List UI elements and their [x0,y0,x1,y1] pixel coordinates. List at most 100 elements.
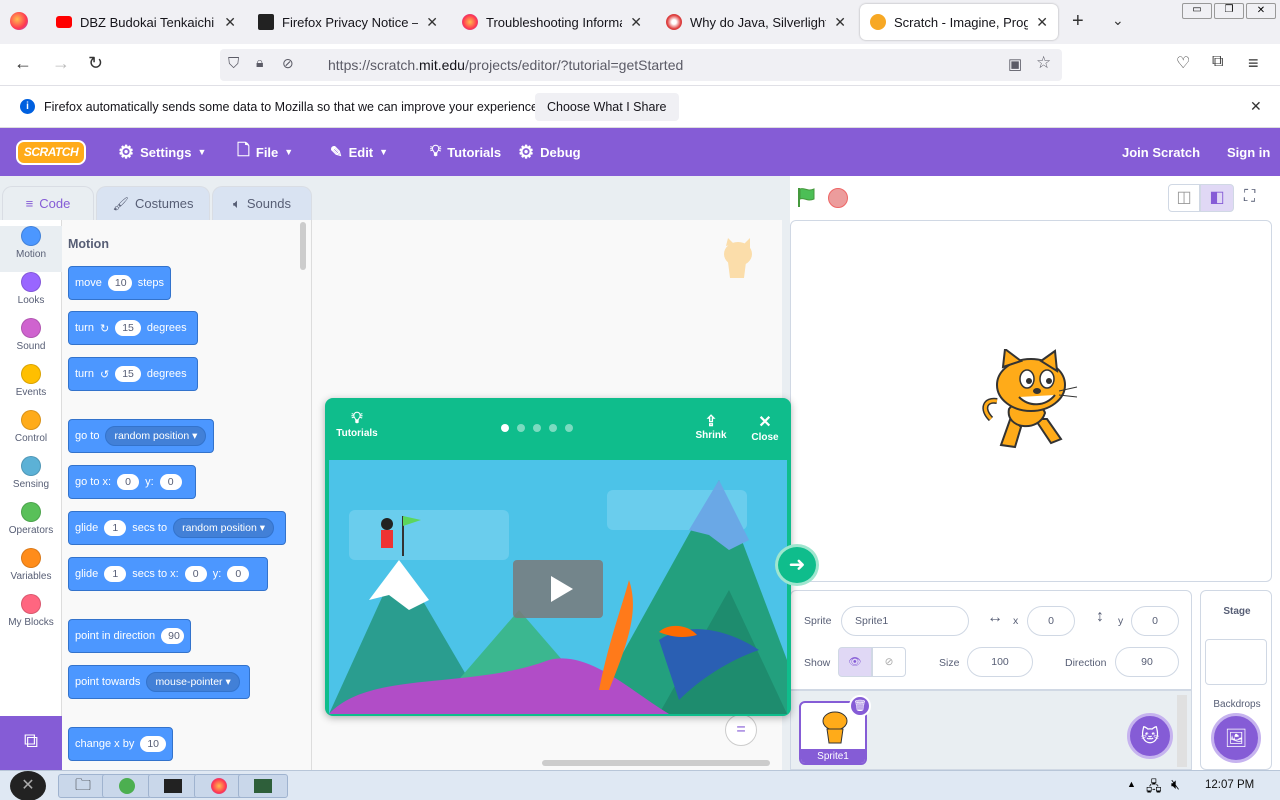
network-icon[interactable]: 🖧︎ [1146,776,1162,800]
step-dot[interactable] [501,424,509,432]
taskbar-utorrent[interactable] [102,774,152,798]
firefox-menu-icon[interactable] [10,12,28,30]
tab-code[interactable]: ≡ Code [2,186,94,220]
forward-icon[interactable]: → [52,53,70,74]
step-dot[interactable] [565,424,573,432]
join-scratch-link[interactable]: Join Scratch [1122,128,1200,176]
green-flag-icon[interactable] [795,186,817,208]
tab-costumes[interactable]: 🖌︎ Costumes [96,186,210,220]
settings-menu[interactable]: ⚙ Settings ▼ [118,128,206,176]
tab-sounds[interactable]: 🔈︎ Sounds [212,186,312,220]
stop-icon[interactable] [828,188,848,208]
close-window-icon[interactable]: ✕ [1246,3,1276,19]
direction-input[interactable]: 90 [1115,647,1179,677]
direction-input[interactable]: 90 [161,628,184,644]
zoom-reset-button[interactable]: = [725,714,757,746]
new-tab-icon[interactable]: + [1072,10,1084,33]
tab-java[interactable]: Why do Java, Silverlight, Ac ✕ [656,4,856,40]
point-towards-dropdown[interactable]: mouse-pointer ▾ [146,672,240,692]
choose-sprite-button[interactable]: 🐱︎ [1127,713,1173,759]
turn-right-block[interactable]: turn ↻ 15 degrees [68,311,198,345]
steps-input[interactable]: 10 [107,275,132,291]
degrees-input[interactable]: 15 [115,366,141,382]
category-control[interactable]: Control [0,410,62,456]
category-events[interactable]: Events [0,364,62,410]
stage-target-panel[interactable]: Stage Backdrops 🖼︎ [1200,590,1272,770]
taskbar-firefox[interactable] [194,774,244,798]
close-tab-icon[interactable]: ✕ [224,14,236,31]
extensions-icon[interactable]: ⧉ [1212,53,1223,71]
taskbar-app[interactable] [238,774,288,798]
taskbar-file-explorer[interactable]: 🗀︎ [58,774,108,798]
sign-in-link[interactable]: Sign in [1227,128,1270,176]
list-tabs-icon[interactable]: ⌄ [1112,12,1124,29]
show-hidden-button[interactable]: ⊘ [872,647,906,677]
change-x-input[interactable]: 10 [140,736,166,752]
tutorials-button[interactable]: 💡︎ Tutorials [430,128,501,176]
close-tutorial-button[interactable]: ✕ Close [745,412,785,443]
volume-muted-icon[interactable]: 🔇︎ [1171,776,1180,793]
go-to-block[interactable]: go to random position ▾ [68,419,214,453]
minimize-icon[interactable]: ▭ [1182,3,1212,19]
glide-to-xy-block[interactable]: glide 1 secs to x: 0 y: 0 [68,557,268,591]
tab-privacy[interactable]: Firefox Privacy Notice — M ✕ [248,4,448,40]
y-input[interactable]: 0 [159,474,182,490]
secs-input[interactable]: 1 [104,520,127,536]
bookmark-star-icon[interactable]: ☆ [1036,53,1051,73]
turn-left-block[interactable]: turn ↺ 15 degrees [68,357,198,391]
taskbar-terminal[interactable] [148,774,198,798]
change-x-block[interactable]: change x by 10 [68,727,173,761]
secs-input[interactable]: 1 [104,566,127,582]
close-tab-icon[interactable]: ✕ [1036,14,1048,31]
close-tab-icon[interactable]: ✕ [426,14,438,31]
tab-scratch[interactable]: Scratch - Imagine, Program ✕ [860,4,1058,40]
file-menu[interactable]: 🗋︎ File ▼ [237,128,293,176]
sprite-list-scrollbar[interactable] [1177,695,1187,767]
lock-icon[interactable]: 🔒︎ [256,54,263,71]
move-steps-block[interactable]: move 10 steps [68,266,171,300]
stage-canvas[interactable] [790,220,1272,582]
tab-dbz[interactable]: DBZ Budokai Tenkaichi 3 - ✕ [46,4,246,40]
point-in-direction-block[interactable]: point in direction 90 [68,619,191,653]
debug-button[interactable]: ⚙ Debug [518,128,581,176]
sprite-name-input[interactable]: Sprite1 [841,606,969,636]
go-to-dropdown[interactable]: random position ▾ [105,426,207,446]
close-tab-icon[interactable]: ✕ [630,14,642,31]
go-to-xy-block[interactable]: go to x: 0 y: 0 [68,465,196,499]
close-notification-icon[interactable]: ✕ [1250,98,1262,115]
category-my-blocks[interactable]: My Blocks [0,594,62,640]
tab-troubleshooting[interactable]: Troubleshooting Informatic ✕ [452,4,652,40]
y-position-input[interactable]: 0 [1131,606,1179,636]
degrees-input[interactable]: 15 [115,320,141,336]
tutorial-video[interactable] [329,460,787,714]
glide-dropdown[interactable]: random position ▾ [173,518,275,538]
edit-menu[interactable]: ✎ Edit ▼ [330,128,388,176]
start-button[interactable]: ✕ [10,771,46,800]
category-variables[interactable]: Variables [0,548,62,594]
close-tab-icon[interactable]: ✕ [834,14,846,31]
fullscreen-icon[interactable]: ⛶ [1244,188,1255,206]
y-input[interactable]: 0 [227,566,250,582]
point-towards-block[interactable]: point towards mouse-pointer ▾ [68,665,250,699]
step-dot[interactable] [549,424,557,432]
category-operators[interactable]: Operators [0,502,62,548]
back-icon[interactable]: ← [14,53,32,74]
normal-stage-button[interactable]: ◧ [1200,184,1234,212]
permissions-icon[interactable]: ⊘ [282,55,294,72]
glide-to-block[interactable]: glide 1 secs to random position ▾ [68,511,286,545]
scratch-logo[interactable]: SCRATCH [16,140,86,165]
x-input[interactable]: 0 [117,474,140,490]
palette-scrollbar[interactable] [300,222,306,270]
url-bar[interactable]: ⛉ 🔒︎ ⊘ https://scratch. mit.edu/projects/… [220,49,1062,81]
clock[interactable]: 12:07 PM [1205,779,1254,791]
pocket-icon[interactable]: ♡ [1176,53,1190,73]
next-step-button[interactable]: ➜ [775,544,819,586]
small-stage-button[interactable]: ◫ [1168,184,1200,212]
category-looks[interactable]: Looks [0,272,62,318]
step-dot[interactable] [533,424,541,432]
tutorials-button[interactable]: 💡︎ Tutorials [335,410,379,439]
show-visible-button[interactable]: 👁︎ [838,647,872,677]
stage-thumbnail[interactable] [1205,639,1267,685]
scratch-cat-sprite[interactable] [981,347,1079,453]
category-motion[interactable]: Motion [0,226,62,272]
